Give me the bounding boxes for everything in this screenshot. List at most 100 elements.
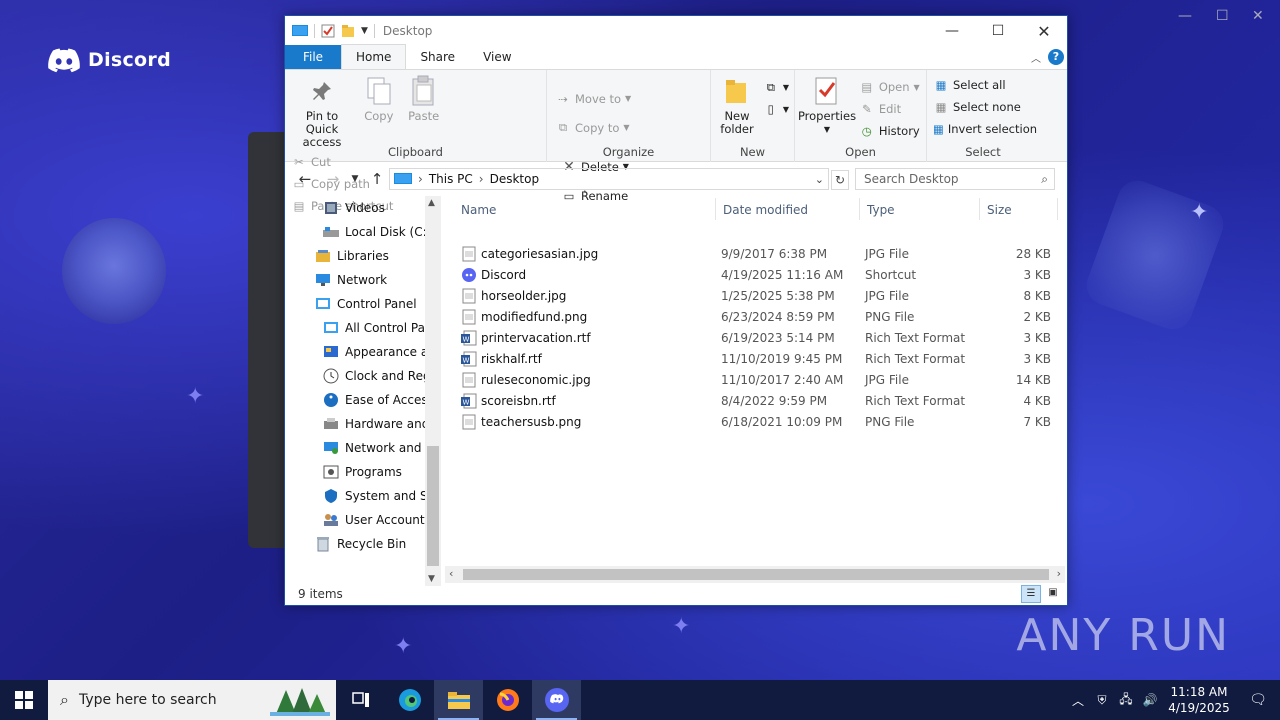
pin-quick-access-button[interactable]: Pin to Quick access: [289, 74, 355, 149]
firefox-button[interactable]: [483, 680, 532, 720]
minimize-button[interactable]: —: [929, 16, 975, 46]
move-to-button[interactable]: ⇢ Move to ▼: [555, 84, 631, 113]
address-box[interactable]: › This PC › Desktop ⌄: [389, 168, 829, 190]
column-header-type[interactable]: Type: [851, 196, 971, 224]
notifications-icon[interactable]: 🗨: [1236, 692, 1280, 708]
tab-share[interactable]: Share: [406, 45, 469, 69]
column-header-date[interactable]: Date modified: [707, 196, 851, 224]
easy-access-button[interactable]: ▯ ▼: [763, 98, 789, 120]
edit-button[interactable]: ✎ Edit: [859, 98, 920, 120]
tab-file[interactable]: File: [285, 45, 341, 69]
security-icon[interactable]: ⛨: [1090, 693, 1114, 708]
nav-item-control-panel[interactable]: Control Panel: [285, 292, 441, 316]
taskbar-search[interactable]: ⌕ Type here to search: [48, 680, 336, 720]
file-type: Rich Text Format: [865, 352, 966, 366]
file-date: 6/23/2024 8:59 PM: [721, 310, 835, 324]
column-header-name[interactable]: Name: [445, 196, 715, 224]
properties-quick-icon[interactable]: [321, 24, 335, 38]
copy-to-button[interactable]: ⧉ Copy to ▼: [555, 113, 631, 142]
svg-text:W: W: [463, 336, 470, 344]
volume-icon[interactable]: 🔊: [1138, 693, 1162, 707]
nav-item-all-control-panel[interactable]: All Control Par: [285, 316, 441, 340]
scroll-up-icon[interactable]: ▲: [428, 198, 435, 208]
column-divider[interactable]: [1057, 198, 1058, 220]
horizontal-scrollbar-thumb[interactable]: [463, 569, 1049, 580]
tab-home[interactable]: Home: [341, 44, 407, 69]
file-row[interactable]: modifiedfund.png 6/23/2024 8:59 PM PNG Fil…: [459, 307, 1059, 328]
close-button[interactable]: ✕: [1021, 16, 1067, 46]
nav-item-local-disk[interactable]: Local Disk (C:): [285, 220, 441, 244]
nav-item-network[interactable]: Network: [285, 268, 441, 292]
maximize-button[interactable]: ☐: [975, 16, 1021, 46]
nav-item-recycle-bin[interactable]: Recycle Bin: [285, 532, 441, 556]
nav-item-clock[interactable]: Clock and Regi: [285, 364, 441, 388]
scroll-left-icon[interactable]: ‹: [449, 567, 453, 580]
search-highlight-icon: [270, 688, 330, 716]
nav-item-appearance[interactable]: Appearance an: [285, 340, 441, 364]
discord-button[interactable]: [532, 680, 581, 720]
large-icons-view-icon[interactable]: ▣: [1043, 585, 1063, 603]
scroll-right-icon[interactable]: ›: [1057, 567, 1061, 580]
collapse-ribbon-icon[interactable]: ︿: [1031, 50, 1041, 65]
paste-button[interactable]: Paste: [403, 74, 445, 123]
address-dropdown-icon[interactable]: ⌄: [815, 173, 824, 186]
nav-item-hardware[interactable]: Hardware and: [285, 412, 441, 436]
file-explorer-button[interactable]: [434, 680, 483, 720]
properties-button[interactable]: Properties ▼: [797, 74, 857, 136]
task-view-button[interactable]: [336, 680, 385, 720]
breadcrumb-desktop[interactable]: Desktop: [490, 172, 540, 186]
nav-item-network-internet[interactable]: Network and Ir: [285, 436, 441, 460]
nav-item-system-security[interactable]: System and Se: [285, 484, 441, 508]
back-button[interactable]: ←: [291, 170, 319, 188]
file-row[interactable]: categoriesasian.jpg 9/9/2017 6:38 PM JPG F…: [459, 244, 1059, 265]
history-button[interactable]: ◷ History: [859, 120, 920, 142]
refresh-button[interactable]: ↻: [831, 170, 849, 190]
nav-item-ease-of-access[interactable]: Ease of Access: [285, 388, 441, 412]
edge-button[interactable]: [385, 680, 434, 720]
copy-button[interactable]: Copy: [359, 74, 399, 123]
clock[interactable]: 11:18 AM 4/19/2025: [1162, 684, 1236, 716]
file-name: Discord: [481, 268, 527, 282]
quick-access-dropdown-icon[interactable]: ▼: [361, 26, 368, 36]
nav-item-videos[interactable]: Videos: [285, 196, 441, 220]
word-doc-icon: W: [461, 351, 477, 367]
recent-locations-icon[interactable]: ▼: [347, 174, 363, 184]
column-header-size[interactable]: Size: [971, 196, 1051, 224]
file-row[interactable]: Discord 4/19/2025 11:16 AM Shortcut 3 KB: [459, 265, 1059, 286]
new-folder-button[interactable]: New folder: [715, 74, 759, 136]
select-none-button[interactable]: ▦ Select none: [933, 96, 1035, 118]
nav-item-libraries[interactable]: Libraries: [285, 244, 441, 268]
nav-item-user-accounts[interactable]: User Accounts: [285, 508, 441, 532]
file-row[interactable]: Wprintervacation.rtf 6/19/2023 5:14 PM Ric…: [459, 328, 1059, 349]
network-icon[interactable]: 🖧: [1114, 690, 1138, 711]
tab-view[interactable]: View: [469, 45, 525, 69]
open-button[interactable]: ▤ Open ▼: [859, 76, 920, 98]
properties-label: Properties: [797, 109, 857, 123]
file-row[interactable]: ruleseconomic.jpg 11/10/2017 2:40 AM JPG F…: [459, 370, 1059, 391]
file-name: riskhalf.rtf: [481, 352, 542, 366]
details-view-icon[interactable]: ☰: [1021, 585, 1041, 603]
svg-text:W: W: [463, 399, 470, 407]
forward-button[interactable]: →: [319, 170, 347, 188]
show-hidden-icons-icon[interactable]: ︿: [1066, 692, 1090, 709]
new-item-button[interactable]: ⧉ ▼: [763, 76, 789, 98]
file-row[interactable]: Wscoreisbn.rtf 8/4/2022 9:59 PM Rich Text …: [459, 391, 1059, 412]
image-file-icon: [461, 288, 477, 304]
breadcrumb-this-pc[interactable]: This PC: [429, 172, 473, 186]
select-all-button[interactable]: ▦ Select all: [933, 74, 1035, 96]
nav-scrollbar-thumb[interactable]: [427, 446, 439, 566]
invert-selection-button[interactable]: ▦ Invert selection: [933, 118, 1037, 140]
nav-scrollbar[interactable]: ▲ ▼: [425, 196, 441, 586]
nav-item-programs[interactable]: Programs: [285, 460, 441, 484]
invert-selection-icon: ▦: [933, 122, 944, 136]
up-button[interactable]: ↑: [363, 170, 391, 188]
help-icon[interactable]: ?: [1048, 49, 1064, 65]
file-row[interactable]: Wriskhalf.rtf 11/10/2019 9:45 PM Rich Text…: [459, 349, 1059, 370]
search-input[interactable]: Search Desktop ⌕: [855, 168, 1055, 190]
start-button[interactable]: [0, 680, 48, 720]
file-row[interactable]: teachersusb.png 6/18/2021 10:09 PM PNG Fil…: [459, 412, 1059, 433]
open-group-label: Open: [845, 145, 876, 159]
new-folder-quick-icon[interactable]: [341, 24, 355, 38]
horizontal-scrollbar[interactable]: ‹ ›: [445, 566, 1065, 583]
file-row[interactable]: horseolder.jpg 1/25/2025 5:38 PM JPG File 8…: [459, 286, 1059, 307]
